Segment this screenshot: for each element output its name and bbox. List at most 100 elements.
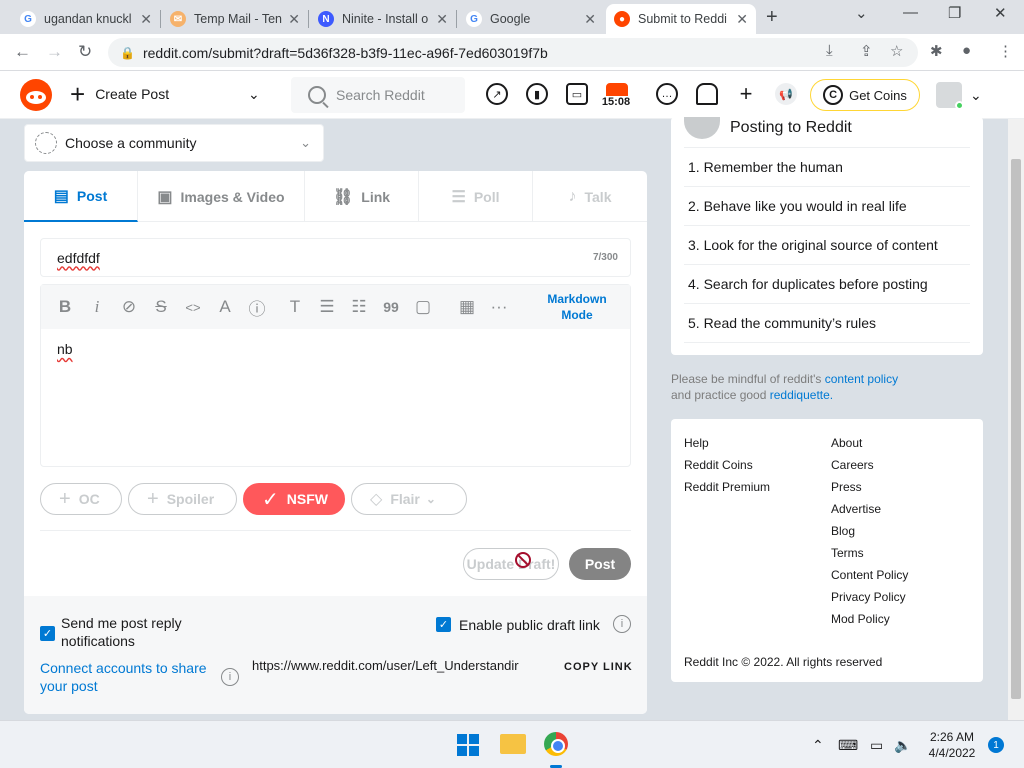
close-icon[interactable]: ✕ <box>436 11 448 28</box>
numbered-list-icon[interactable]: ☷ <box>343 297 375 317</box>
connect-accounts-link[interactable]: Connect accounts to share your post <box>40 659 220 695</box>
create-post-dropdown[interactable]: + Create Post ⌄ <box>70 81 260 107</box>
bulleted-list-icon[interactable]: ☰ <box>311 297 343 317</box>
post-button[interactable]: Post <box>569 548 631 580</box>
nsfw-button[interactable]: ✓ NSFW <box>243 483 345 515</box>
create-plus-icon[interactable]: + <box>735 81 757 106</box>
close-icon[interactable]: ✕ <box>140 11 152 28</box>
link-icon[interactable]: ⊘ <box>113 297 145 317</box>
not-allowed-cursor-icon <box>515 552 531 568</box>
spoiler-button[interactable]: + Spoiler <box>128 483 237 515</box>
more-options-icon[interactable]: ··· <box>483 297 515 317</box>
restore-icon[interactable]: ❐ <box>948 4 961 22</box>
advertise-megaphone-icon[interactable]: 📢 <box>775 83 797 105</box>
footer-link-about[interactable]: About <box>831 436 862 450</box>
tab-search-icon[interactable]: ⌄ <box>855 4 868 22</box>
public-draft-checkbox[interactable]: ✓ <box>436 617 451 632</box>
chrome-icon[interactable] <box>544 732 568 756</box>
reddit-logo-icon[interactable] <box>20 79 52 111</box>
update-draft-button[interactable]: Update Draft! <box>463 548 559 580</box>
footer-link-mod-policy[interactable]: Mod Policy <box>831 612 890 626</box>
footer-link-terms[interactable]: Terms <box>831 546 864 560</box>
reddiquette-link[interactable]: reddiquette. <box>770 388 833 402</box>
close-icon[interactable]: ✕ <box>288 11 300 28</box>
close-icon[interactable]: ✕ <box>736 11 748 28</box>
chat-icon[interactable]: … <box>656 83 678 105</box>
tab-poll[interactable]: ☰ Poll <box>419 171 533 222</box>
file-explorer-icon[interactable] <box>500 734 526 754</box>
copy-link-button[interactable]: COPY LINK <box>564 661 633 673</box>
install-icon[interactable]: ⤓ <box>826 42 833 59</box>
footer-link-blog[interactable]: Blog <box>831 524 855 538</box>
menu-icon[interactable]: ⋮ <box>998 42 1013 60</box>
url-field[interactable]: 🔒 reddit.com/submit?draft=5d36f328-b3f9-… <box>108 38 918 67</box>
windows-start-icon[interactable] <box>457 734 479 756</box>
browser-tab-1[interactable]: G ugandan knuckl ✕ <box>12 4 160 34</box>
system-clock[interactable]: 2:26 AM 4/4/2022 <box>920 729 984 761</box>
body-editor[interactable]: B i ⊘ S <> A ⓘ T ☰ ☷ 99 ▢ ▦ ··· Markdown… <box>40 284 631 467</box>
community-selector[interactable]: Choose a community ⌄ <box>24 124 324 162</box>
minimize-icon[interactable]: — <box>903 4 918 21</box>
italic-icon[interactable]: i <box>81 297 113 317</box>
footer-link-coins[interactable]: Reddit Coins <box>684 458 753 472</box>
popular-icon[interactable]: ↗ <box>486 83 508 105</box>
close-window-icon[interactable]: ✕ <box>994 4 1007 22</box>
keyboard-icon[interactable]: ⌨ <box>838 737 858 754</box>
close-icon[interactable]: ✕ <box>584 11 596 28</box>
inline-code-icon[interactable]: <> <box>177 300 209 315</box>
tv-icon[interactable]: ▭ <box>566 83 588 105</box>
flair-button[interactable]: ◇ Flair ⌄ <box>351 483 467 515</box>
table-icon[interactable]: ▦ <box>451 297 483 317</box>
quote-block-icon[interactable]: 99 <box>375 299 407 315</box>
content-policy-link[interactable]: content policy <box>825 372 898 386</box>
chevron-up-icon[interactable]: ⌃ <box>812 737 824 754</box>
heading-icon[interactable]: T <box>279 297 311 317</box>
notifications-bell-icon[interactable] <box>696 83 718 105</box>
footer-link-careers[interactable]: Careers <box>831 458 874 472</box>
browser-tab-2[interactable]: ✉ Temp Mail - Ten ✕ <box>162 4 308 34</box>
code-block-icon[interactable]: ▢ <box>407 297 439 317</box>
notification-count-badge[interactable]: 1 <box>988 737 1004 753</box>
profile-icon[interactable]: ● <box>962 42 971 59</box>
stats-icon[interactable]: ▮ <box>526 83 548 105</box>
info-icon[interactable]: i <box>221 668 239 686</box>
page-scrollbar[interactable] <box>1008 119 1024 720</box>
spoiler-icon[interactable]: ⓘ <box>241 295 273 320</box>
tab-post[interactable]: ▤ Post <box>24 171 138 222</box>
share-icon[interactable]: ⇪ <box>860 42 873 60</box>
avatar[interactable] <box>936 82 964 110</box>
get-coins-button[interactable]: C Get Coins <box>810 79 920 111</box>
scrollbar-thumb[interactable] <box>1011 159 1021 699</box>
chevron-down-icon: ⌄ <box>425 492 436 506</box>
browser-tab-4[interactable]: G Google ✕ <box>458 4 604 34</box>
extensions-icon[interactable]: ✱ <box>930 42 943 60</box>
new-tab-button[interactable]: + <box>766 6 778 29</box>
chevron-down-icon[interactable]: ⌄ <box>970 87 982 104</box>
browser-tab-3[interactable]: N Ninite - Install o ✕ <box>310 4 456 34</box>
tab-talk[interactable]: ♪ Talk <box>533 171 647 222</box>
reload-icon[interactable]: ↻ <box>78 42 92 62</box>
bold-icon[interactable]: B <box>49 297 81 317</box>
title-field[interactable]: edfdfdf 7/300 <box>40 238 631 277</box>
forward-icon[interactable]: → <box>46 42 63 62</box>
markdown-mode-button[interactable]: Markdown Mode <box>542 291 612 323</box>
reply-notifications-checkbox[interactable]: ✓ <box>40 626 55 641</box>
tab-images-video[interactable]: ▣ Images & Video <box>138 171 305 222</box>
footer-link-advertise[interactable]: Advertise <box>831 502 881 516</box>
info-icon[interactable]: i <box>613 615 631 633</box>
tab-link[interactable]: ⛓ Link <box>305 171 419 222</box>
browser-tab-5[interactable]: ● Submit to Reddi ✕ <box>606 4 756 34</box>
strikethrough-icon[interactable]: S <box>145 297 177 317</box>
footer-link-content-policy[interactable]: Content Policy <box>831 568 908 582</box>
bookmark-star-icon[interactable]: ☆ <box>890 42 903 60</box>
footer-link-help[interactable]: Help <box>684 436 709 450</box>
footer-link-privacy-policy[interactable]: Privacy Policy <box>831 590 906 604</box>
superscript-icon[interactable]: A <box>209 297 241 317</box>
back-icon[interactable]: ← <box>14 42 31 62</box>
oc-button[interactable]: + OC <box>40 483 122 515</box>
volume-icon[interactable]: 🔈 <box>894 737 911 754</box>
footer-link-premium[interactable]: Reddit Premium <box>684 480 770 494</box>
search-input[interactable]: Search Reddit <box>291 77 465 113</box>
footer-link-press[interactable]: Press <box>831 480 862 494</box>
network-icon[interactable]: ▭ <box>870 737 883 754</box>
